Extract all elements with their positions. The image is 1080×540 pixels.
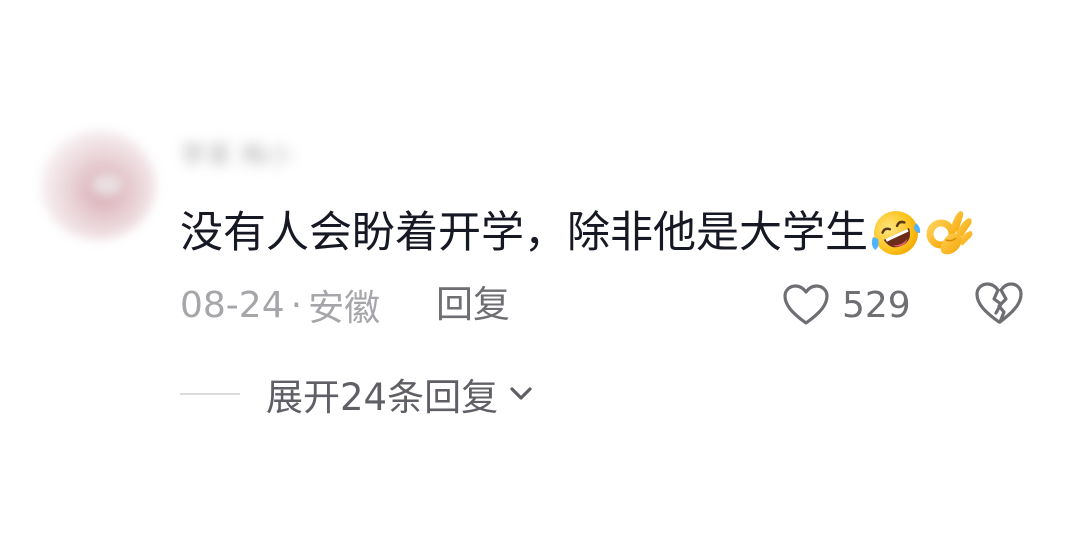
divider-line: [180, 393, 240, 395]
rolling-on-floor-laughing-emoji: [871, 211, 921, 255]
comment-meta: 08-24 · 安徽: [180, 280, 380, 330]
reply-button[interactable]: 回复: [436, 280, 510, 330]
like-count: 529: [842, 284, 911, 326]
avatar[interactable]: [40, 130, 156, 240]
heart-outline-icon: [783, 284, 829, 325]
comment-text: 没有人会盼着开学，除非他是大学生: [180, 208, 868, 258]
comment-location: 安徽: [308, 288, 381, 329]
username[interactable]: 李某 梅小: [180, 140, 330, 172]
like-button[interactable]: 529: [782, 278, 911, 332]
comment-content: 没有人会盼着开学，除非他是大学生: [180, 205, 976, 261]
expand-replies-button[interactable]: 展开24条回复: [180, 366, 536, 422]
comment-date: 08-24: [180, 284, 285, 326]
meta-separator: ·: [290, 284, 303, 326]
ok-hand-emoji: [926, 211, 973, 255]
comment-item: 李某 梅小 没有人会盼着开学，除非他是大学生 08-24 · 安徽 回复 529…: [0, 0, 1080, 540]
expand-replies-label: 展开24条回复: [266, 376, 499, 419]
broken-heart-icon: [975, 282, 1023, 324]
dislike-button[interactable]: [974, 280, 1024, 330]
chevron-down-icon: [510, 387, 532, 400]
